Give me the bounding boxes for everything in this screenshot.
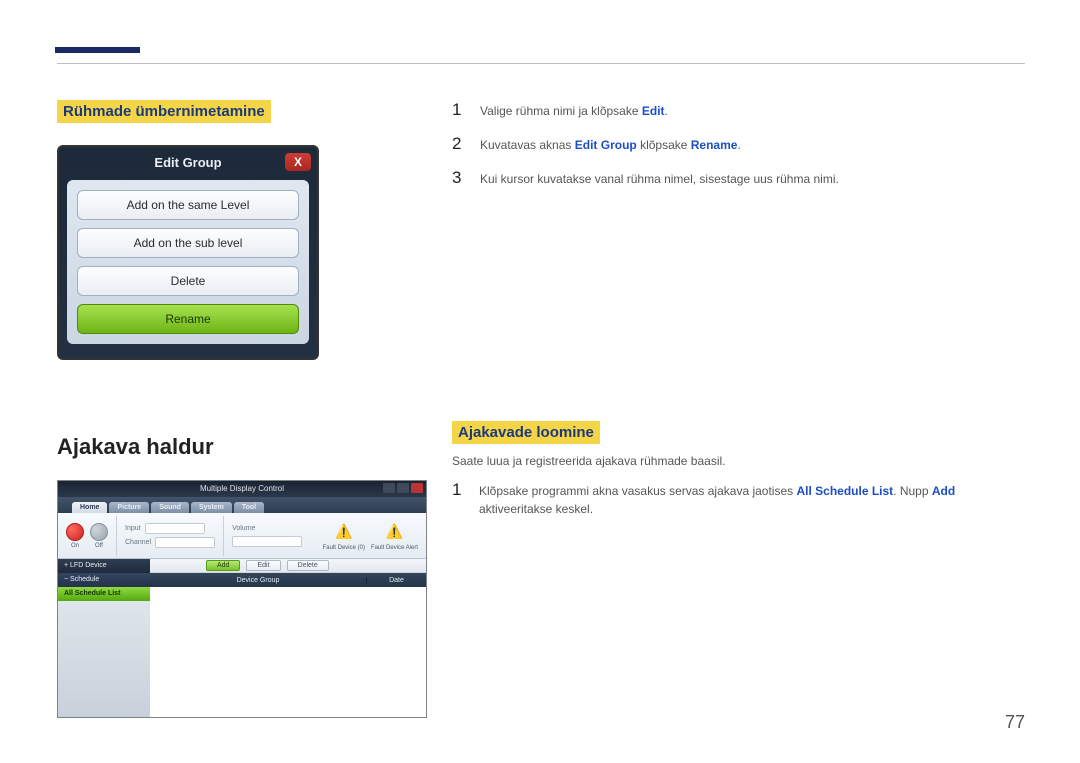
fault-alert-icon[interactable]: ⚠️: [383, 521, 405, 543]
mdc-window: Multiple Display Control Home Picture So…: [57, 480, 427, 718]
tab-tool[interactable]: Tool: [234, 502, 264, 513]
step-3: 3 Kui kursor kuvatakse vanal rühma nimel…: [452, 168, 1022, 188]
col-device-group: Device Group: [150, 577, 366, 584]
schedule-manager-heading: Ajakava haldur: [57, 434, 427, 460]
step-text: Klõpsake programmi akna vasakus servas a…: [479, 484, 796, 498]
add-button[interactable]: Add: [206, 560, 240, 571]
window-controls: [383, 483, 423, 493]
fault-alert-label: Fault Device Alert: [371, 545, 418, 551]
section-create-schedule-title: Ajakavade loomine: [452, 421, 600, 444]
step-number: 1: [452, 100, 464, 120]
maximize-icon[interactable]: [397, 483, 409, 493]
mdc-sidebar: + LFD Device − Schedule All Schedule Lis…: [58, 559, 150, 717]
keyword-edit: Edit: [642, 104, 665, 118]
mdc-ribbon: On Off Input Channel Volume: [58, 513, 426, 559]
power-on-icon[interactable]: [66, 523, 84, 541]
create-schedule-intro: Saate luua ja registreerida ajakava rühm…: [452, 454, 1022, 468]
mdc-window-title: Multiple Display Control: [200, 484, 284, 493]
sidebar-item-schedule[interactable]: − Schedule: [58, 573, 150, 587]
ribbon-separator: [116, 516, 117, 556]
add-sub-level-button[interactable]: Add on the sub level: [77, 228, 299, 258]
mdc-tabs: Home Picture Sound System Tool: [58, 497, 426, 513]
step-number: 2: [452, 134, 464, 154]
step-number: 3: [452, 168, 464, 188]
input-label: Input: [125, 525, 141, 532]
input-select[interactable]: [145, 523, 205, 534]
fault-device-icon[interactable]: ⚠️: [333, 521, 355, 543]
keyword-add: Add: [932, 484, 955, 498]
ribbon-separator: [223, 516, 224, 556]
step-number: 1: [452, 480, 463, 500]
step-1: 1 Valige rühma nimi ja klõpsake Edit.: [452, 100, 1022, 120]
step-text: .: [737, 138, 740, 152]
channel-select[interactable]: [155, 537, 215, 548]
step-text: aktiveeritakse keskel.: [479, 502, 593, 516]
sidebar-empty: [58, 601, 150, 717]
tab-home[interactable]: Home: [72, 502, 107, 513]
step-text: . Nupp: [893, 484, 932, 498]
mdc-grid-body: [150, 587, 426, 717]
power-on-label: On: [71, 543, 79, 549]
header-accent-bar: [55, 47, 140, 53]
step-2: 2 Kuvatavas aknas Edit Group klõpsake Re…: [452, 134, 1022, 154]
channel-label: Channel: [125, 539, 151, 546]
fault-device-label: Fault Device (0): [323, 545, 365, 551]
create-schedule-steps: 1 Klõpsake programmi akna vasakus servas…: [452, 480, 1022, 518]
tab-sound[interactable]: Sound: [151, 502, 189, 513]
rename-steps: 1 Valige rühma nimi ja klõpsake Edit. 2 …: [452, 100, 1022, 188]
step-text: .: [665, 104, 668, 118]
add-same-level-button[interactable]: Add on the same Level: [77, 190, 299, 220]
tab-system[interactable]: System: [191, 502, 232, 513]
edit-button[interactable]: Edit: [246, 560, 280, 571]
step-1: 1 Klõpsake programmi akna vasakus servas…: [452, 480, 1022, 518]
volume-label: Volume: [232, 525, 255, 532]
step-text: Kui kursor kuvatakse vanal rühma nimel, …: [480, 170, 839, 188]
step-text: Valige rühma nimi ja klõpsake: [480, 104, 642, 118]
section-renaming-title: Rühmade ümbernimetamine: [57, 100, 271, 123]
delete-button[interactable]: Delete: [77, 266, 299, 296]
power-off-label: Off: [95, 543, 103, 549]
mdc-grid-header: Device Group Date: [150, 573, 426, 587]
sidebar-item-lfd-device[interactable]: + LFD Device: [58, 559, 150, 573]
tab-picture[interactable]: Picture: [109, 502, 149, 513]
header-rule: [57, 63, 1025, 64]
delete-button[interactable]: Delete: [287, 560, 329, 571]
step-text: klõpsake: [637, 138, 691, 152]
edit-group-dialog: Edit Group X Add on the same Level Add o…: [57, 145, 319, 360]
step-text: Kuvatavas aknas: [480, 138, 575, 152]
keyword-rename: Rename: [691, 138, 738, 152]
page-number: 77: [1005, 712, 1025, 733]
sidebar-item-all-schedule-list[interactable]: All Schedule List: [58, 587, 150, 601]
rename-button[interactable]: Rename: [77, 304, 299, 334]
close-icon[interactable]: [411, 483, 423, 493]
close-icon[interactable]: X: [285, 153, 311, 171]
mdc-main-toolbar: Add Edit Delete: [150, 559, 426, 573]
volume-slider[interactable]: [232, 536, 302, 547]
col-date: Date: [366, 577, 426, 584]
keyword-edit-group: Edit Group: [575, 138, 637, 152]
minimize-icon[interactable]: [383, 483, 395, 493]
edit-group-dialog-title: Edit Group: [154, 155, 221, 170]
power-off-icon[interactable]: [90, 523, 108, 541]
keyword-all-schedule-list: All Schedule List: [796, 484, 893, 498]
